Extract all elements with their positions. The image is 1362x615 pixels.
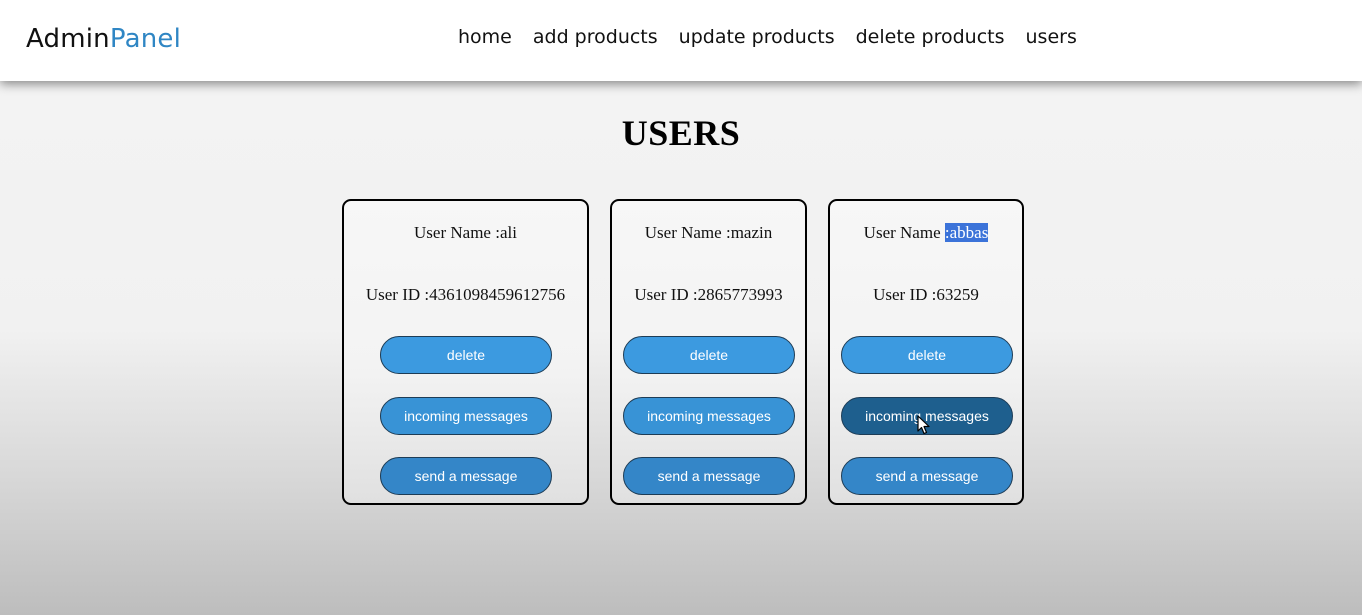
main-nav: home add products update products delete… [458,26,1098,48]
user-name-value: mazin [730,223,773,242]
user-name-label: User Name : [414,223,500,242]
nav-link-add-products[interactable]: add products [533,26,658,48]
user-name-value-selected: :abbas [944,223,989,242]
send-message-button[interactable]: send a message [623,457,795,495]
nav-link-users[interactable]: users [1026,26,1077,48]
user-card: User Name :abbas User ID :63259 delete i… [828,199,1024,505]
user-id: User ID :4361098459612756 [344,285,587,305]
user-id: User ID :2865773993 [612,285,805,305]
mouse-cursor-icon [917,415,930,435]
send-message-button[interactable]: send a message [380,457,552,495]
user-id-label: User ID : [634,285,698,304]
user-id-label: User ID : [365,285,430,304]
incoming-messages-button[interactable]: incoming messages [380,397,552,435]
user-name-value: ali [499,223,517,242]
send-message-button[interactable]: send a message [841,457,1013,495]
user-id-label: User ID : [873,285,937,304]
nav-link-home[interactable]: home [458,26,512,48]
user-id-value: 4361098459612756 [429,285,566,304]
top-navbar: AdminPanel home add products update prod… [0,0,1362,81]
user-id-value: 63259 [936,285,979,304]
user-name-label: User Name [863,223,945,242]
delete-button[interactable]: delete [841,336,1013,374]
logo-main-text: Admin [26,24,110,54]
user-id: User ID :63259 [830,285,1022,305]
logo-accent-text: Panel [109,24,182,54]
user-id-value: 2865773993 [697,285,783,304]
nav-link-delete-products[interactable]: delete products [856,26,1005,48]
user-name: User Name :mazin [612,223,805,243]
admin-panel-logo[interactable]: AdminPanel [26,24,181,54]
user-card: User Name :mazin User ID :2865773993 del… [610,199,807,505]
delete-button[interactable]: delete [380,336,552,374]
page-title: USERS [621,113,741,153]
user-card: User Name :ali User ID :4361098459612756… [342,199,589,505]
incoming-messages-button[interactable]: incoming messages [623,397,795,435]
user-name: User Name :abbas [830,223,1022,243]
delete-button[interactable]: delete [623,336,795,374]
nav-link-update-products[interactable]: update products [679,26,835,48]
user-name: User Name :ali [344,223,587,243]
user-name-label: User Name : [644,223,731,242]
